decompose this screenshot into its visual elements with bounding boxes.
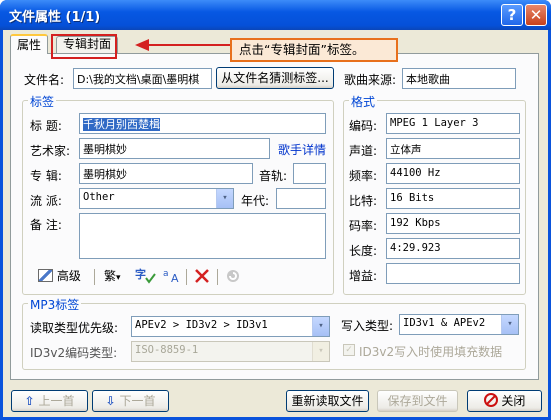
- arrow-down-icon: ⇩: [105, 394, 116, 408]
- write-type-label: 写入类型:: [341, 319, 394, 333]
- properties-panel: 文件名: D:\我的文档\桌面\墨明棋 从文件名猜测标签... 歌曲来源: 本地…: [10, 53, 539, 380]
- track-label: 音轨:: [259, 169, 288, 183]
- stop-icon: [483, 393, 498, 407]
- chevron-down-icon[interactable]: ▾: [216, 189, 233, 208]
- id3v2-encoding-select: ISO-8859-1 ▾: [131, 341, 330, 362]
- chevron-down-icon: ▾: [116, 273, 121, 283]
- format-row-label: 长度:: [349, 244, 378, 258]
- window-title: 文件属性 (1/1): [9, 10, 101, 25]
- format-row-value: 16 Bits: [386, 188, 520, 209]
- file-name-label: 文件名:: [24, 73, 65, 87]
- close-label: 关闭: [501, 394, 526, 408]
- title-label: 标 题:: [30, 119, 62, 133]
- tab-properties[interactable]: 属性: [10, 34, 48, 54]
- previous-track-button[interactable]: ⇧ 上一首: [11, 390, 88, 412]
- toolbar-divider: [217, 269, 218, 285]
- padding-checkbox: ✓: [343, 344, 355, 356]
- case-convert-icon[interactable]: aA: [163, 266, 183, 286]
- callout-arrow: [135, 39, 231, 51]
- genre-value: Other: [83, 191, 115, 203]
- instruction-callout: 点击“专辑封面”标签。: [230, 38, 398, 62]
- genre-label: 流 派:: [30, 194, 62, 208]
- format-row-label: 声道:: [349, 144, 378, 158]
- edit-icon: [38, 269, 53, 282]
- write-type-value: ID3v1 & APEv2: [403, 317, 486, 329]
- mp3-group-title: MP3标签: [28, 296, 82, 313]
- artist-label: 艺术家:: [30, 144, 71, 158]
- advanced-label: 高级: [56, 269, 81, 283]
- save-to-file-button: 保存到文件: [377, 390, 458, 412]
- write-type-select[interactable]: ID3v1 & APEv2 ▾: [399, 314, 519, 335]
- chevron-down-icon: ▾: [312, 342, 329, 361]
- format-row-label: 比特:: [349, 194, 378, 208]
- next-track-button[interactable]: ⇩ 下一首: [92, 390, 169, 412]
- artist-details-link[interactable]: 歌手详情: [278, 141, 326, 158]
- comment-field[interactable]: [79, 213, 326, 259]
- format-group-title: 格式: [349, 93, 378, 110]
- read-priority-label: 读取类型优先级:: [30, 321, 119, 335]
- id3v2-encoding-label: ID3v2编码类型:: [30, 346, 118, 360]
- id3v2-encoding-value: ISO-8859-1: [135, 344, 199, 356]
- track-field[interactable]: [293, 163, 326, 184]
- toolbar-divider: [94, 269, 95, 285]
- read-priority-select[interactable]: APEv2 > ID3v2 > ID3v1 ▾: [131, 316, 330, 337]
- advanced-button[interactable]: 高级: [38, 266, 81, 286]
- help-button[interactable]: ?: [501, 4, 523, 26]
- dialog-body: 属性 专辑封面 文件名: D:\我的文档\桌面\墨明棋 从文件名猜测标签... …: [3, 30, 548, 417]
- file-name-field[interactable]: D:\我的文档\桌面\墨明棋: [73, 68, 212, 89]
- svg-text:字: 字: [135, 267, 146, 281]
- toolbar-divider: [186, 269, 187, 285]
- padding-label: ID3v2写入时使用填充数据: [359, 345, 503, 359]
- format-row-value: [386, 263, 520, 284]
- delete-icon[interactable]: [194, 266, 210, 286]
- format-row-value: 192 Kbps: [386, 213, 520, 234]
- title-bar[interactable]: 文件属性 (1/1) ? ✕: [0, 0, 551, 30]
- next-track-label: 下一首: [119, 394, 156, 408]
- album-field[interactable]: 墨明棋妙: [79, 163, 253, 184]
- close-button[interactable]: 关闭: [467, 390, 542, 412]
- undo-icon[interactable]: [225, 266, 241, 286]
- chevron-down-icon[interactable]: ▾: [312, 317, 329, 336]
- cover-tab-highlight: [51, 34, 117, 59]
- format-row-value: 立体声: [386, 138, 520, 159]
- format-row-label: 频率:: [349, 169, 378, 183]
- traditional-label: 繁: [104, 269, 117, 283]
- album-label: 专 辑:: [30, 169, 62, 183]
- svg-text:a: a: [163, 269, 169, 279]
- tag-group-title: 标签: [28, 93, 57, 110]
- song-source-label: 歌曲来源:: [344, 73, 397, 87]
- close-window-button[interactable]: ✕: [525, 4, 547, 26]
- guess-from-filename-button[interactable]: 从文件名猜测标签...: [216, 67, 334, 89]
- format-row-value: 44100 Hz: [386, 163, 520, 184]
- traditional-chinese-button[interactable]: 繁▾: [104, 266, 121, 286]
- svg-text:A: A: [171, 272, 179, 284]
- title-field[interactable]: 千秋月别西楚楫: [79, 113, 326, 134]
- format-row-label: 编码:: [349, 119, 378, 133]
- format-row-label: 码率:: [349, 219, 378, 233]
- comment-label: 备 注:: [30, 218, 62, 232]
- previous-track-label: 上一首: [38, 394, 75, 408]
- format-row-label: 增益:: [349, 269, 378, 283]
- year-label: 年代:: [241, 194, 270, 208]
- year-field[interactable]: [276, 188, 326, 209]
- format-row-value: 4:29.923: [386, 238, 520, 259]
- reread-file-button[interactable]: 重新读取文件: [286, 390, 369, 412]
- arrow-up-icon: ⇧: [24, 394, 35, 408]
- read-priority-value: APEv2 > ID3v2 > ID3v1: [135, 319, 268, 331]
- artist-field[interactable]: 墨明棋妙: [79, 138, 270, 159]
- chevron-down-icon[interactable]: ▾: [501, 315, 518, 334]
- spellcheck-icon[interactable]: 字: [134, 266, 156, 286]
- genre-select[interactable]: Other ▾: [79, 188, 234, 209]
- song-source-field[interactable]: 本地歌曲: [402, 68, 516, 89]
- title-value: 千秋月别西楚楫: [83, 118, 160, 131]
- format-row-value: MPEG 1 Layer 3: [386, 113, 520, 134]
- dialog-window: 文件属性 (1/1) ? ✕ 属性 专辑封面 文件名: D:\我的文档\桌面\墨…: [0, 0, 551, 420]
